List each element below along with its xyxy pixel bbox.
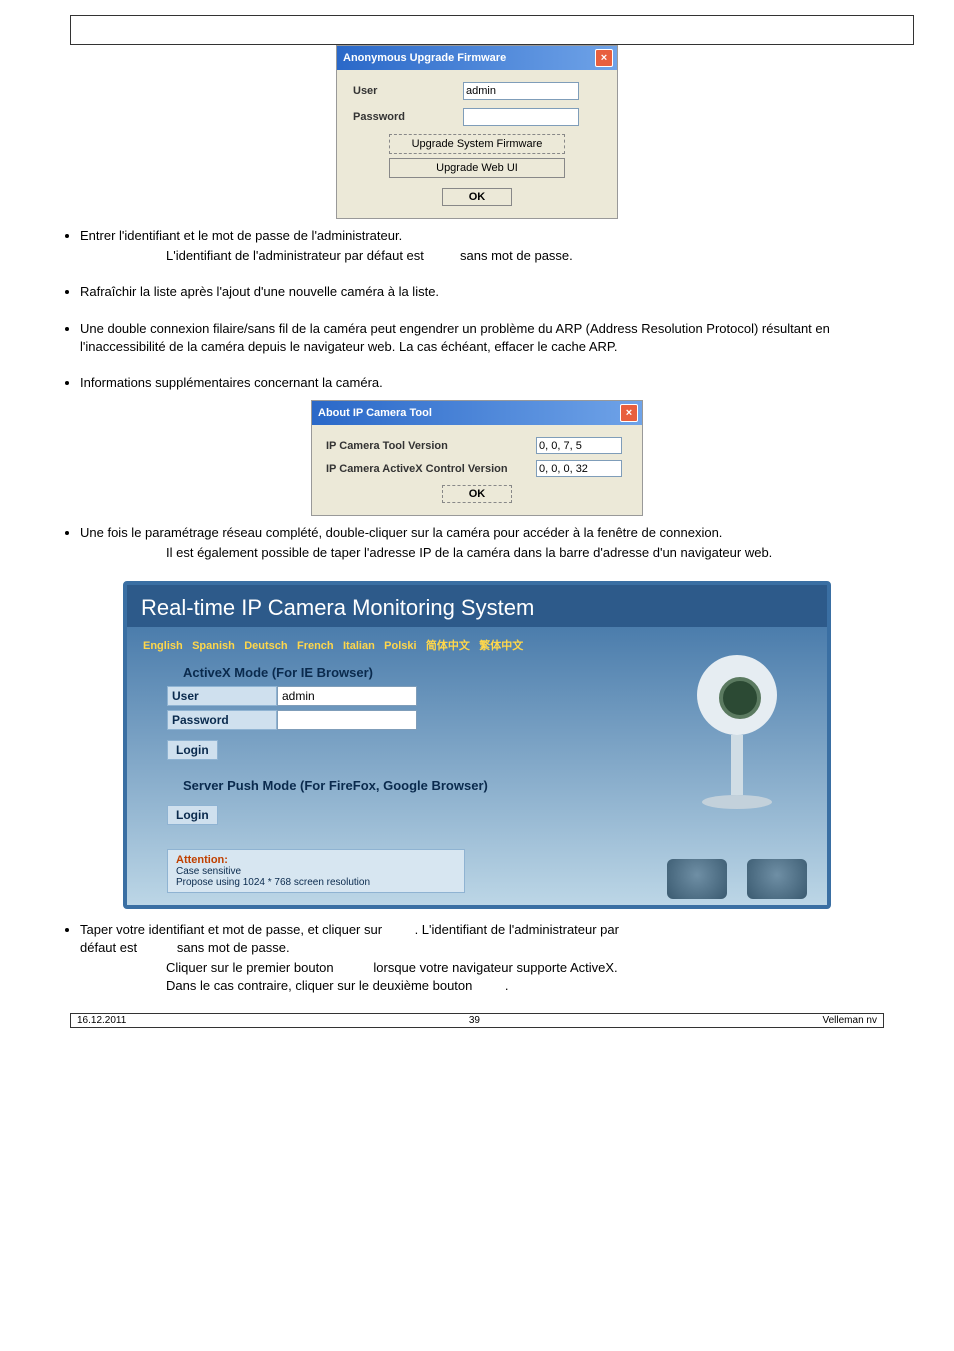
- dialog-title-text: Anonymous Upgrade Firmware: [343, 52, 506, 64]
- about-body: IP Camera Tool Version IP Camera ActiveX…: [312, 425, 642, 515]
- password-input[interactable]: [463, 108, 579, 126]
- note-text: Cliquer sur le premier bouton lorsque vo…: [80, 959, 914, 995]
- tool-version-label: IP Camera Tool Version: [326, 440, 536, 452]
- text: Entrer l'identifiant et le mot de passe …: [80, 228, 402, 243]
- list-item: Taper votre identifiant et mot de passe,…: [80, 921, 914, 996]
- top-border-frame: [70, 15, 914, 45]
- tool-version-value: [536, 437, 622, 454]
- text: Une fois le paramétrage réseau complété,…: [80, 525, 722, 540]
- text: défaut est: [80, 940, 137, 955]
- lang-link[interactable]: Polski: [384, 640, 416, 652]
- text: Taper votre identifiant et mot de passe,…: [80, 922, 382, 937]
- attention-line: Case sensitive: [176, 866, 456, 877]
- footer-brand: Velleman nv: [823, 1015, 877, 1026]
- list-item: Rafraîchir la liste après l'ajout d'une …: [80, 283, 914, 301]
- password-label: Password: [353, 111, 463, 123]
- list-item: Informations supplémentaires concernant …: [80, 374, 914, 392]
- list-item: Entrer l'identifiant et le mot de passe …: [80, 227, 914, 265]
- activex-version-label: IP Camera ActiveX Control Version: [326, 463, 536, 475]
- footer-page: 39: [469, 1015, 480, 1026]
- dialog-titlebar: Anonymous Upgrade Firmware ×: [337, 46, 617, 70]
- instruction-list-3: Taper votre identifiant et mot de passe,…: [40, 921, 914, 996]
- lang-link[interactable]: 简体中文: [426, 640, 470, 652]
- activex-version-value: [536, 460, 622, 477]
- ws-user-input[interactable]: [277, 686, 417, 706]
- note-text: L'identifiant de l'administrateur par dé…: [80, 247, 914, 265]
- instruction-list: Entrer l'identifiant et le mot de passe …: [40, 227, 914, 392]
- page-footer: 16.12.2011 39 Velleman nv: [70, 1013, 884, 1028]
- text: . L'identifiant de l'administrateur par: [415, 922, 619, 937]
- ws-password-input[interactable]: [277, 710, 417, 730]
- lang-link[interactable]: Italian: [343, 640, 375, 652]
- text: sans mot de passe.: [177, 940, 290, 955]
- dialog-body: User Password Upgrade System Firmware Up…: [337, 70, 617, 218]
- web-login-screenshot: Real-time IP Camera Monitoring System En…: [123, 581, 831, 909]
- footer-date: 16.12.2011: [77, 1015, 126, 1026]
- close-icon[interactable]: ×: [620, 404, 638, 422]
- about-ok-button[interactable]: OK: [442, 485, 513, 503]
- upgrade-webui-button[interactable]: Upgrade Web UI: [389, 158, 565, 178]
- attention-title: Attention:: [176, 854, 456, 866]
- instruction-list-2: Une fois le paramétrage réseau complété,…: [40, 524, 914, 562]
- upgrade-dialog: Anonymous Upgrade Firmware × User Passwo…: [336, 45, 618, 219]
- user-label: User: [353, 85, 463, 97]
- login-button-activex[interactable]: Login: [167, 740, 218, 760]
- lang-link[interactable]: English: [143, 640, 183, 652]
- list-item: Une fois le paramétrage réseau complété,…: [80, 524, 914, 562]
- lang-link[interactable]: French: [297, 640, 334, 652]
- about-title-text: About IP Camera Tool: [318, 407, 432, 419]
- list-item: Une double connexion filaire/sans fil de…: [80, 320, 914, 356]
- camera-icon: [747, 859, 807, 899]
- attention-line: Propose using 1024 * 768 screen resoluti…: [176, 877, 456, 888]
- login-button-push[interactable]: Login: [167, 805, 218, 825]
- upgrade-system-button[interactable]: Upgrade System Firmware: [389, 134, 565, 154]
- lang-link[interactable]: Deutsch: [244, 640, 287, 652]
- lang-link[interactable]: 繁体中文: [479, 640, 523, 652]
- ok-button[interactable]: OK: [442, 188, 513, 206]
- about-dialog: About IP Camera Tool × IP Camera Tool Ve…: [311, 400, 643, 516]
- page-title: Real-time IP Camera Monitoring System: [127, 585, 827, 627]
- camera-icon: [667, 859, 727, 899]
- note-text: Il est également possible de taper l'adr…: [80, 544, 914, 562]
- webcam-illustration: [677, 655, 797, 845]
- text: Une double connexion filaire/sans fil de…: [80, 321, 830, 354]
- language-links: English Spanish Deutsch French Italian P…: [143, 637, 811, 653]
- text: Informations supplémentaires concernant …: [80, 375, 383, 390]
- lang-link[interactable]: Spanish: [192, 640, 235, 652]
- ws-user-label: User: [167, 686, 277, 706]
- close-icon[interactable]: ×: [595, 49, 613, 67]
- text: Rafraîchir la liste après l'ajout d'une …: [80, 284, 439, 299]
- attention-box: Attention: Case sensitive Propose using …: [167, 849, 465, 893]
- user-input[interactable]: [463, 82, 579, 100]
- camera-thumbnails: [667, 859, 807, 899]
- about-dialog-titlebar: About IP Camera Tool ×: [312, 401, 642, 425]
- ws-password-label: Password: [167, 710, 277, 730]
